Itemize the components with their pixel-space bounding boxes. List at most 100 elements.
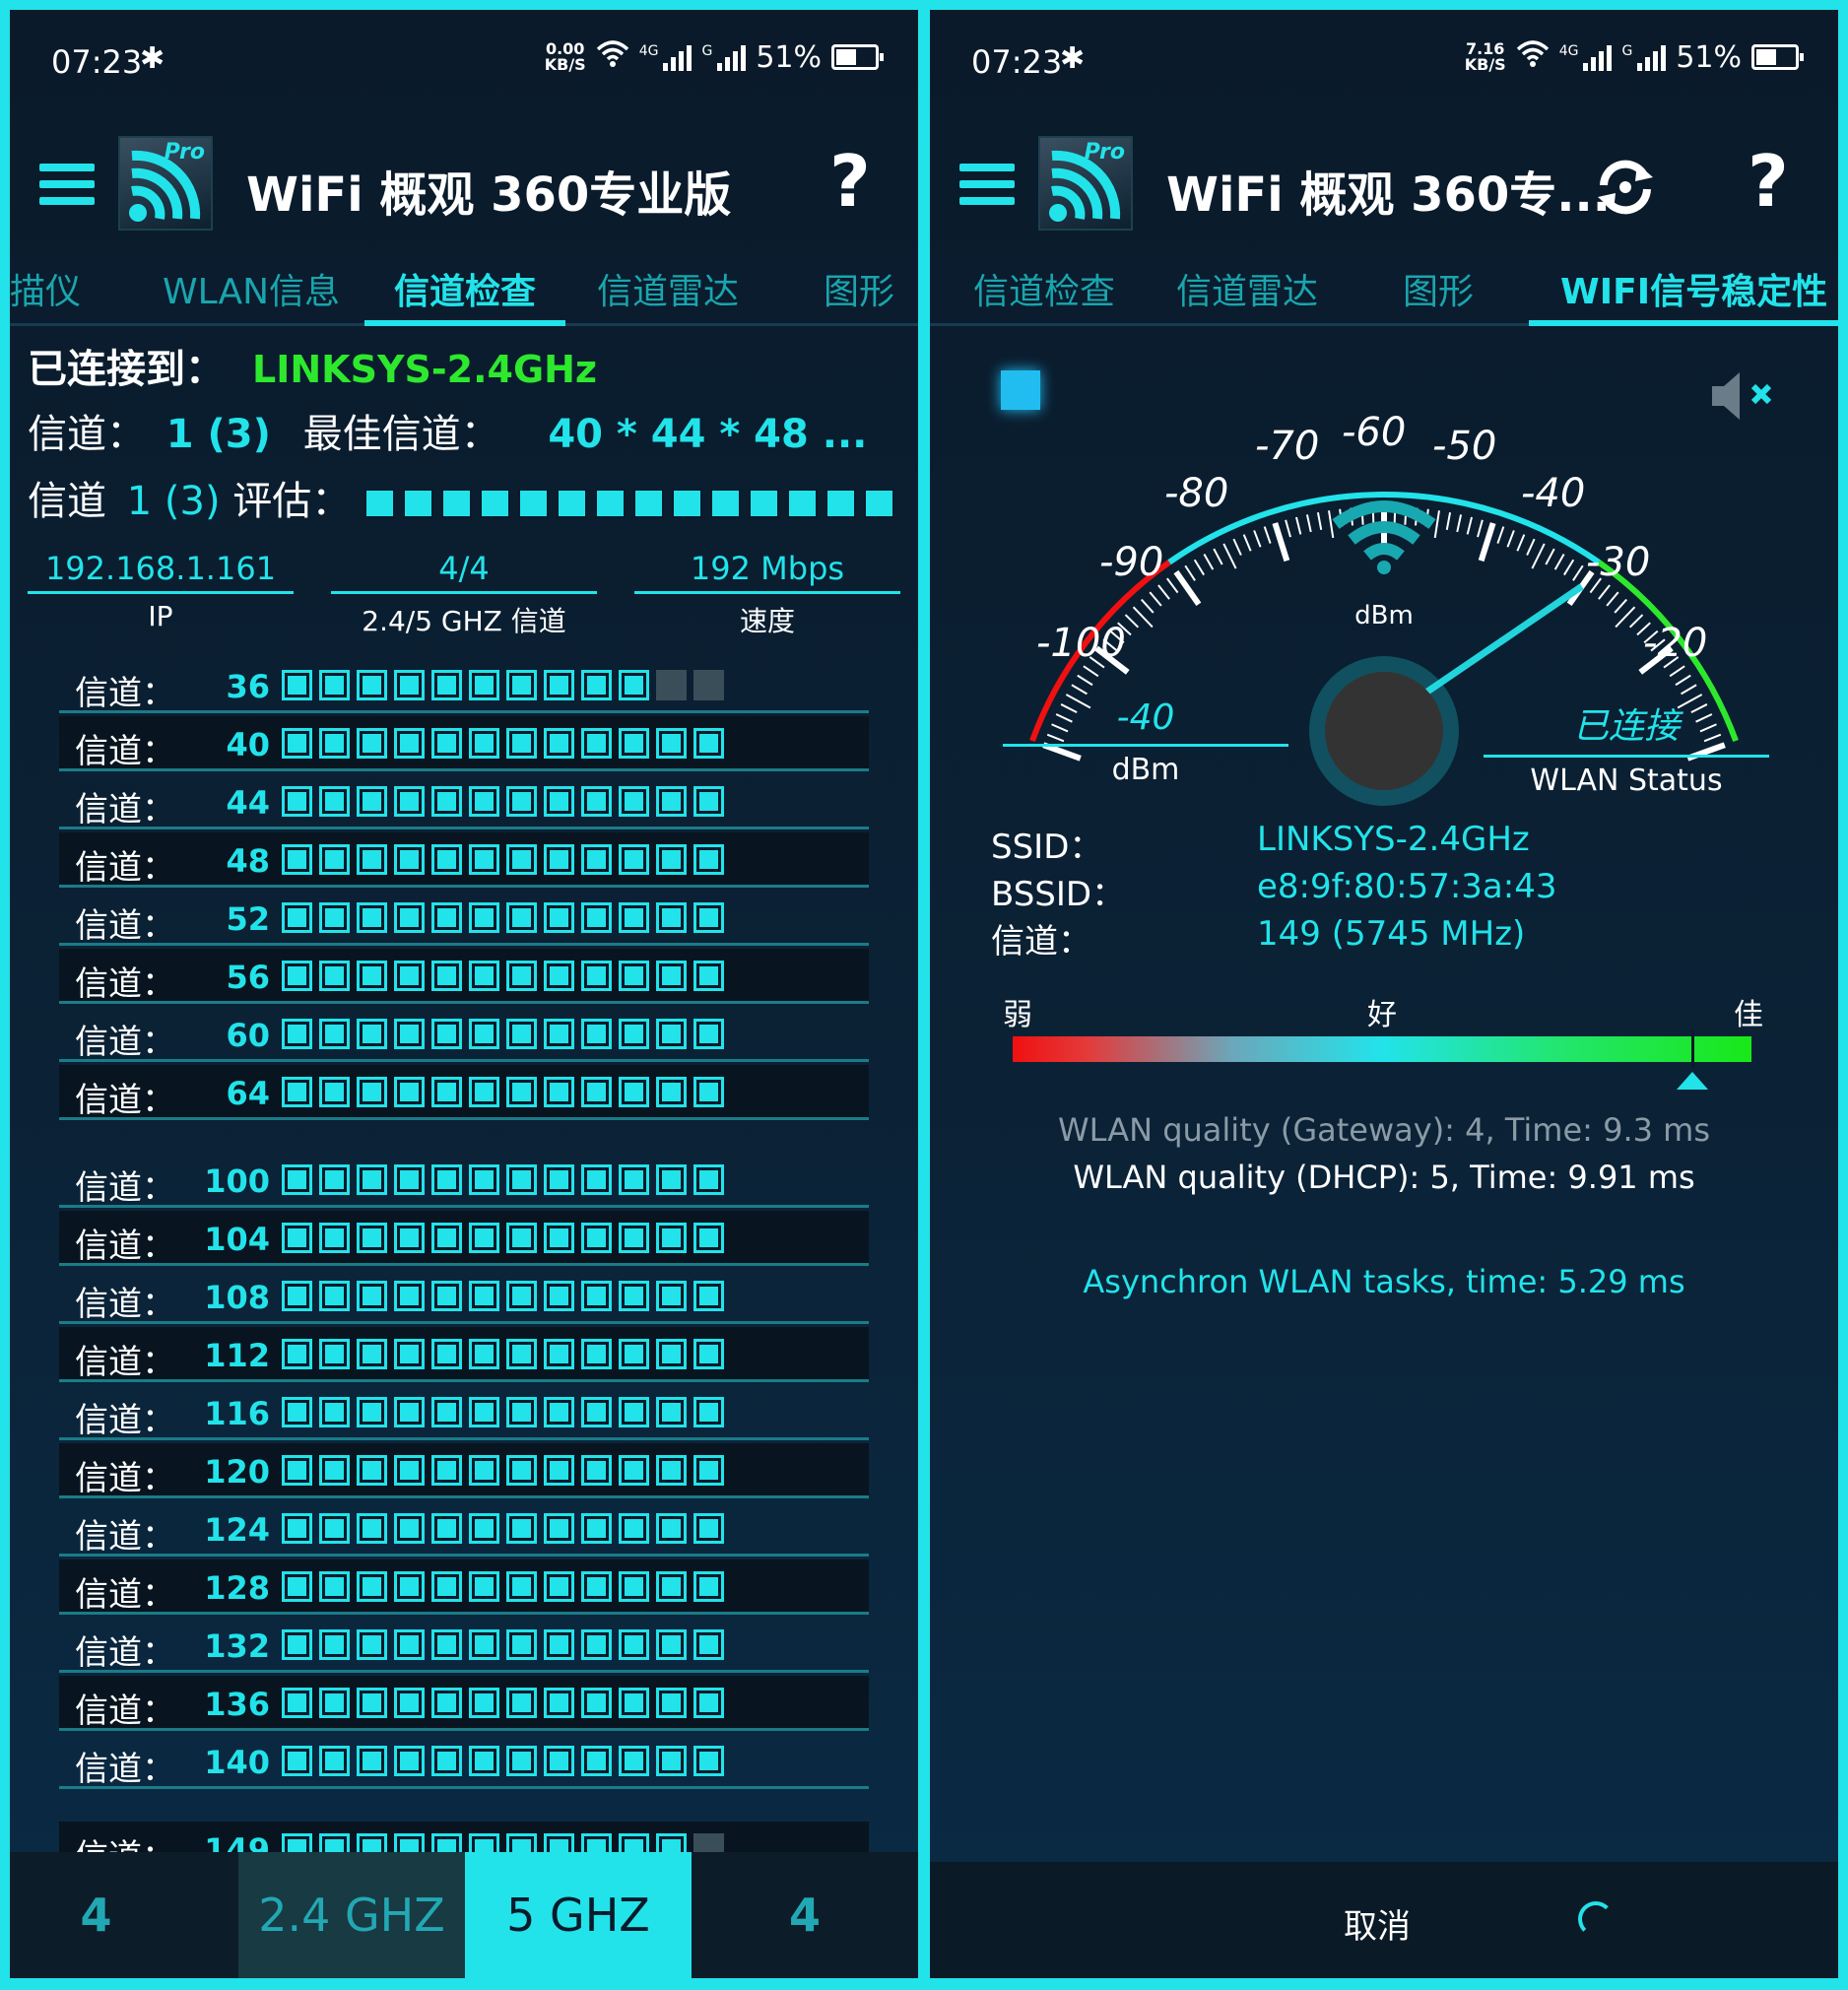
channel-score-block xyxy=(581,961,612,991)
channel-row[interactable]: 信道： 64 xyxy=(59,1065,869,1120)
channel-row[interactable]: 信道： 56 xyxy=(59,949,869,1004)
tab-wlan-info[interactable]: WLAN信息 xyxy=(163,263,340,314)
channel-score-block xyxy=(282,786,312,817)
gauge-tick xyxy=(1506,530,1515,548)
tab-channel-check[interactable]: 信道检查 xyxy=(394,263,536,314)
channel-score-block xyxy=(693,902,724,933)
channel-row[interactable]: 信道： 132 xyxy=(59,1618,869,1673)
eval-score-block xyxy=(672,489,702,518)
quality-weak-label: 弱 xyxy=(1003,998,1032,1032)
channel-score-block xyxy=(693,1077,724,1107)
quality-best-label: 佳 xyxy=(1734,998,1763,1032)
gauge-tick xyxy=(1478,522,1496,563)
channel-score-block xyxy=(394,1513,425,1544)
gauge-tick xyxy=(1213,548,1223,565)
channel-row[interactable]: 信道： 120 xyxy=(59,1443,869,1498)
channel-score-block xyxy=(544,1455,574,1486)
band-count-left[interactable]: 4 xyxy=(10,1852,182,1978)
channel-score-block xyxy=(544,1164,574,1195)
channel-score-block xyxy=(469,1746,499,1776)
channel-row[interactable]: 信道： 128 xyxy=(59,1559,869,1615)
channel-number: 116 xyxy=(204,1395,270,1432)
channel-row[interactable]: 信道： 116 xyxy=(59,1385,869,1440)
channel-score-block xyxy=(619,1164,649,1195)
channel-score-block xyxy=(544,1339,574,1369)
quality-good-label: 好 xyxy=(1367,998,1397,1032)
gauge-tick xyxy=(1193,559,1205,576)
channel-score-block xyxy=(469,728,499,759)
channel-summary: 信道： 1 (3) 最佳信道： 40 * 44 * 48 ... xyxy=(28,402,867,459)
channel-score-block xyxy=(469,1019,499,1049)
channel-score-block xyxy=(693,1019,724,1049)
channel-score-bar xyxy=(282,961,724,991)
channel-score-block xyxy=(506,844,537,875)
gauge-tick xyxy=(1222,543,1237,569)
tab-channel-radar[interactable]: 信道雷达 xyxy=(597,263,739,314)
channel-score-block xyxy=(693,1281,724,1311)
channel-label: 信道： xyxy=(991,922,1091,962)
dbm-readout: -40 dBm xyxy=(1003,697,1288,787)
channel-number: 44 xyxy=(226,784,270,822)
dbm-value: -40 xyxy=(1003,697,1288,747)
channel-score-bar xyxy=(282,1339,724,1369)
channel-score-block xyxy=(506,1223,537,1253)
channel-number: 52 xyxy=(226,900,270,938)
channel-score-block xyxy=(656,1339,687,1369)
channel-row-label: 信道： xyxy=(75,964,175,1004)
channel-row-label: 信道： xyxy=(75,1168,175,1208)
channel-row[interactable]: 信道： 44 xyxy=(59,774,869,829)
gauge-tick xyxy=(1173,569,1202,607)
channel-row[interactable]: 信道： 136 xyxy=(59,1676,869,1731)
ssid-value: LINKSYS-2.4GHz xyxy=(1257,820,1530,859)
gauge-tick xyxy=(1285,519,1291,538)
channel-score-block xyxy=(319,1571,350,1602)
channel-number: 64 xyxy=(226,1075,270,1112)
channel-score-block xyxy=(619,961,649,991)
tab-5ghz[interactable]: 5 GHZ xyxy=(465,1852,692,1978)
channel-score-block xyxy=(581,1339,612,1369)
channel-score-block xyxy=(469,786,499,817)
cancel-button[interactable]: 取消 xyxy=(1344,1899,1411,1948)
channel-score-block xyxy=(656,670,687,700)
menu-icon[interactable] xyxy=(39,164,95,205)
channel-score-block xyxy=(656,1455,687,1486)
channel-row[interactable]: 信道： 48 xyxy=(59,832,869,888)
gauge-tick xyxy=(1132,606,1154,629)
channel-row[interactable]: 信道： 140 xyxy=(59,1734,869,1789)
channel-number: 40 xyxy=(226,726,270,763)
gauge-tick xyxy=(1316,511,1323,531)
channel-score-block xyxy=(282,1746,312,1776)
channel-score-block xyxy=(506,728,537,759)
channel-score-block xyxy=(506,1077,537,1107)
tab-graph[interactable]: 图形 xyxy=(824,263,894,314)
channel-row[interactable]: 信道： 60 xyxy=(59,1007,869,1062)
channel-row[interactable]: 信道： 52 xyxy=(59,891,869,946)
channel-row[interactable]: 信道： 40 xyxy=(59,716,869,771)
channel-score-block xyxy=(544,1077,574,1107)
band-count-right[interactable]: 4 xyxy=(692,1852,918,1978)
channel-row[interactable]: 信道： 36 xyxy=(59,658,869,713)
channel-score-block xyxy=(619,902,649,933)
channel-score-bar xyxy=(282,1164,724,1195)
channel-number: 128 xyxy=(204,1569,270,1607)
tab-2-4ghz[interactable]: 2.4 GHZ xyxy=(238,1852,465,1978)
channel-row[interactable]: 信道： 124 xyxy=(59,1501,869,1557)
dhcp-quality-line: WLAN quality (DHCP): 5, Time: 9.91 ms xyxy=(1073,1159,1695,1196)
speed-value: 192 Mbps xyxy=(634,550,900,594)
channel-score-block xyxy=(319,1077,350,1107)
channel-row[interactable]: 信道： 104 xyxy=(59,1211,869,1266)
gauge-tick xyxy=(1628,614,1644,629)
channel-score-block xyxy=(394,670,425,700)
help-button[interactable]: ? xyxy=(829,140,871,223)
channel-row[interactable]: 信道： 100 xyxy=(59,1153,869,1208)
channel-score-block xyxy=(619,1281,649,1311)
tab-scanner[interactable]: 扫描仪 xyxy=(10,263,81,314)
channel-score-block xyxy=(319,1455,350,1486)
channel-row[interactable]: 信道： 108 xyxy=(59,1269,869,1324)
ip-label: IP xyxy=(148,600,173,632)
channel-number: 60 xyxy=(226,1017,270,1054)
channel-row[interactable]: 信道： 112 xyxy=(59,1327,869,1382)
channel-score-block xyxy=(319,1397,350,1427)
channel-score-block xyxy=(431,1629,462,1660)
channel-row-label: 信道： xyxy=(75,1227,175,1266)
